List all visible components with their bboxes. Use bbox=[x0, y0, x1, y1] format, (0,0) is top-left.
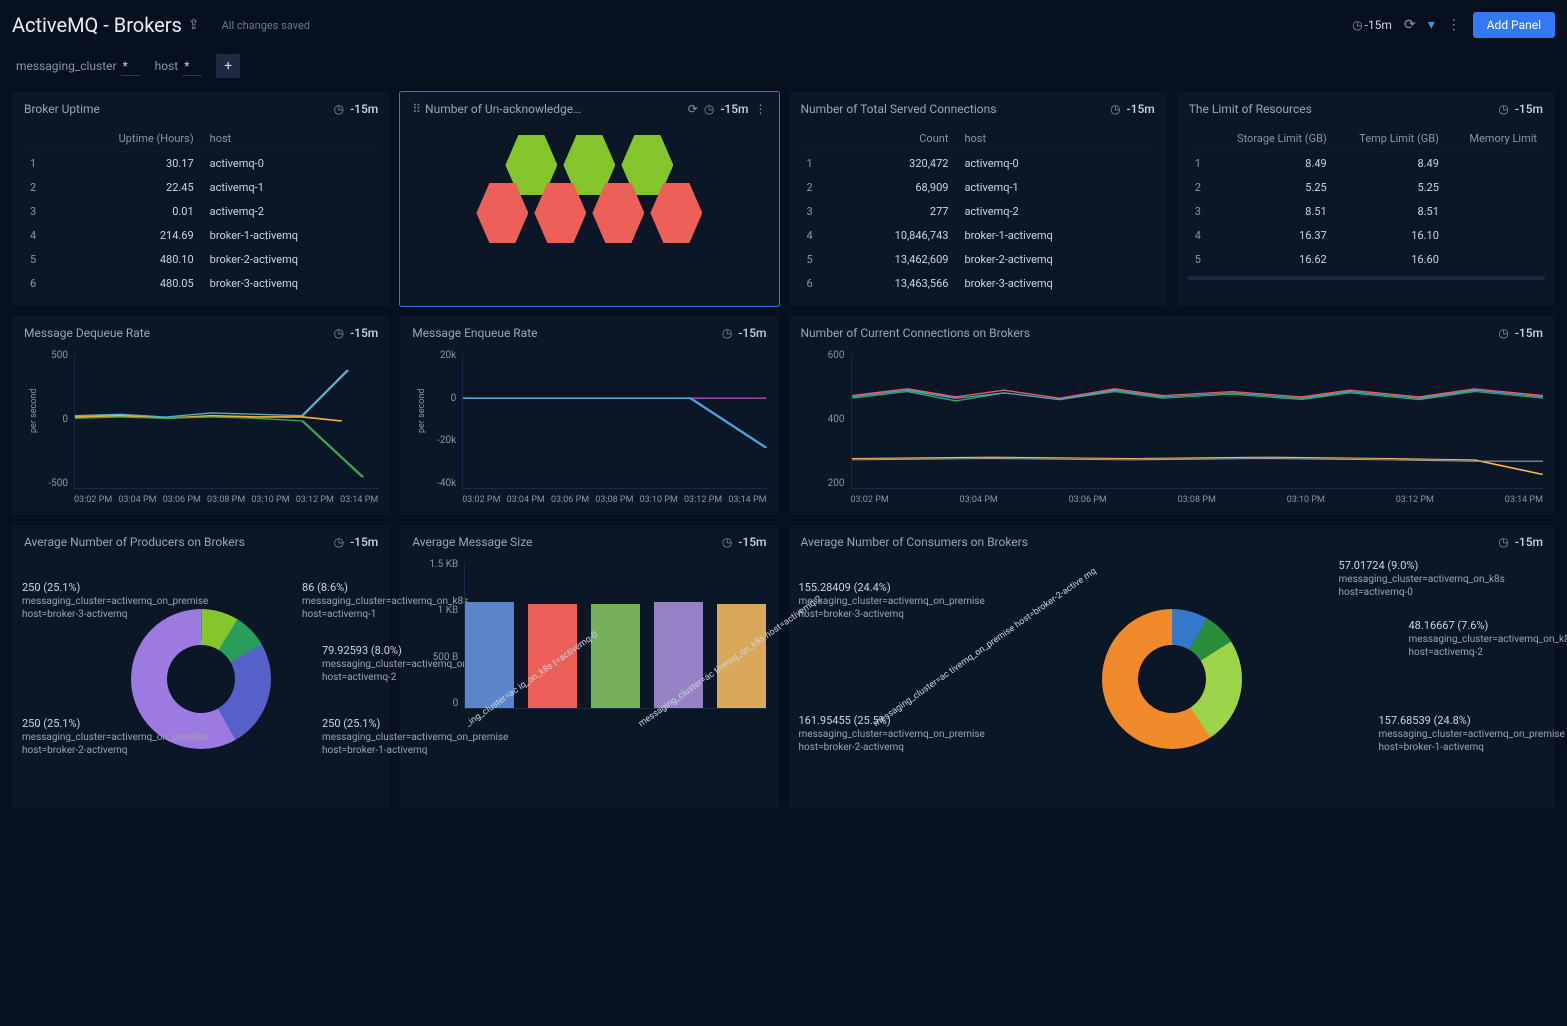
drag-handle-icon[interactable]: ⠿ bbox=[412, 102, 421, 116]
producers-pie: 250 (25.1%)messaging_cluster=activemq_on… bbox=[22, 559, 380, 799]
clock-icon bbox=[1110, 102, 1122, 116]
pie-slice-label: 250 (25.1%)messaging_cluster=activemq_on… bbox=[22, 717, 172, 757]
table-row[interactable]: 25.255.25 bbox=[1187, 176, 1545, 200]
table-row[interactable]: 1320,472activemq-0 bbox=[799, 152, 1157, 176]
more-icon[interactable]: ⋮ bbox=[755, 102, 767, 116]
add-panel-button[interactable]: Add Panel bbox=[1473, 12, 1555, 38]
panel-current-connections[interactable]: Number of Current Connections on Brokers… bbox=[789, 316, 1556, 515]
table-row[interactable]: 130.17activemq-0 bbox=[22, 152, 380, 176]
served-table: Counthost 1320,472activemq-0268,909activ… bbox=[799, 126, 1157, 296]
page-title: ActiveMQ - Brokers bbox=[12, 13, 182, 37]
table-row[interactable]: 3277activemq-2 bbox=[799, 200, 1157, 224]
clock-icon bbox=[1352, 18, 1364, 32]
clock-icon bbox=[722, 535, 734, 549]
pie-slice-label: 157.68539 (24.8%)messaging_cluster=activ… bbox=[1379, 714, 1529, 754]
table-row[interactable]: 5480.10broker-2-activemq bbox=[22, 248, 380, 272]
clock-icon bbox=[704, 102, 716, 116]
filter-host[interactable]: host * bbox=[155, 57, 203, 76]
scrollbar[interactable] bbox=[1187, 276, 1545, 280]
table-row[interactable]: 30.01activemq-2 bbox=[22, 200, 380, 224]
clock-icon bbox=[334, 102, 346, 116]
pie-slice-label: 250 (25.1%)messaging_cluster=activemq_on… bbox=[22, 581, 172, 621]
pie-slice-label: 161.95455 (25.5%)messaging_cluster=activ… bbox=[799, 714, 949, 754]
pie-slice-label: 155.28409 (24.4%)messaging_cluster=activ… bbox=[799, 581, 949, 621]
clock-icon bbox=[1498, 102, 1510, 116]
panel-consumers[interactable]: Average Number of Consumers on Brokers-1… bbox=[789, 525, 1556, 809]
filter-bar: messaging_cluster * host * + bbox=[12, 54, 1555, 78]
clock-icon bbox=[1498, 326, 1510, 340]
table-row[interactable]: 513,462,609broker-2-activemq bbox=[799, 248, 1157, 272]
refresh-icon[interactable]: ⟳ bbox=[1404, 17, 1416, 33]
clock-icon bbox=[334, 326, 346, 340]
table-row[interactable]: 18.498.49 bbox=[1187, 152, 1545, 176]
table-row[interactable]: 268,909activemq-1 bbox=[799, 176, 1157, 200]
panel-limit-resources[interactable]: The Limit of Resources-15m Storage Limit… bbox=[1177, 92, 1555, 306]
table-row[interactable]: 6480.05broker-3-activemq bbox=[22, 272, 380, 296]
add-filter-button[interactable]: + bbox=[216, 54, 240, 78]
panel-dequeue-rate[interactable]: Message Dequeue Rate-15m per second 5000… bbox=[12, 316, 390, 515]
consumers-pie: 155.28409 (24.4%)messaging_cluster=activ… bbox=[799, 559, 1546, 799]
hex-status bbox=[410, 126, 768, 252]
msgsize-bars: 1.5 KB1 KB500 B0 _ing_cluster=ac iq_on_k… bbox=[410, 559, 768, 799]
table-row[interactable]: 410,846,743broker-1-activemq bbox=[799, 224, 1157, 248]
time-range-selector[interactable]: -15m bbox=[1352, 18, 1392, 32]
table-row[interactable]: 516.6216.60 bbox=[1187, 248, 1545, 272]
panel-unack-messages[interactable]: ⠿Number of Un-acknowledge…⟳-15m⋮ bbox=[400, 92, 778, 306]
filter-icon[interactable]: ▾ bbox=[1428, 17, 1435, 33]
pie-slice-label: 57.01724 (9.0%)messaging_cluster=activem… bbox=[1339, 559, 1489, 599]
enqueue-chart: per second 20k0-20k-40k 03:02 PM03:04 PM… bbox=[410, 350, 768, 505]
panel-avg-message-size[interactable]: Average Message Size-15m 1.5 KB1 KB500 B… bbox=[400, 525, 778, 809]
clock-icon bbox=[1498, 535, 1510, 549]
table-row[interactable]: 613,463,566broker-3-activemq bbox=[799, 272, 1157, 296]
panel-producers[interactable]: Average Number of Producers on Brokers-1… bbox=[12, 525, 390, 809]
refresh-icon[interactable]: ⟳ bbox=[688, 102, 698, 116]
save-status: All changes saved bbox=[222, 19, 310, 32]
dequeue-chart: per second 5000-500 03:02 PM03:04 PM03:0… bbox=[22, 350, 380, 505]
table-row[interactable]: 416.3716.10 bbox=[1187, 224, 1545, 248]
panel-enqueue-rate[interactable]: Message Enqueue Rate-15m per second 20k0… bbox=[400, 316, 778, 515]
more-icon[interactable]: ⋮ bbox=[1447, 17, 1461, 33]
clock-icon bbox=[334, 535, 346, 549]
panel-served-connections[interactable]: Number of Total Served Connections-15m C… bbox=[789, 92, 1167, 306]
pie-slice-label: 48.16667 (7.6%)messaging_cluster=activem… bbox=[1409, 619, 1559, 659]
filter-messaging-cluster[interactable]: messaging_cluster * bbox=[16, 57, 141, 76]
table-row[interactable]: 222.45activemq-1 bbox=[22, 176, 380, 200]
panel-broker-uptime[interactable]: Broker Uptime-15m Uptime (Hours)host 130… bbox=[12, 92, 390, 306]
uptime-table: Uptime (Hours)host 130.17activemq-0222.4… bbox=[22, 126, 380, 296]
clock-icon bbox=[722, 326, 734, 340]
limits-table: Storage Limit (GB)Temp Limit (GB)Memory … bbox=[1187, 126, 1545, 272]
table-row[interactable]: 4214.69broker-1-activemq bbox=[22, 224, 380, 248]
share-icon[interactable]: ⇪ bbox=[188, 17, 200, 33]
connections-chart: 600400200 03:02 PM03:04 PM03:06 PM03:08 … bbox=[799, 350, 1546, 505]
table-row[interactable]: 38.518.51 bbox=[1187, 200, 1545, 224]
